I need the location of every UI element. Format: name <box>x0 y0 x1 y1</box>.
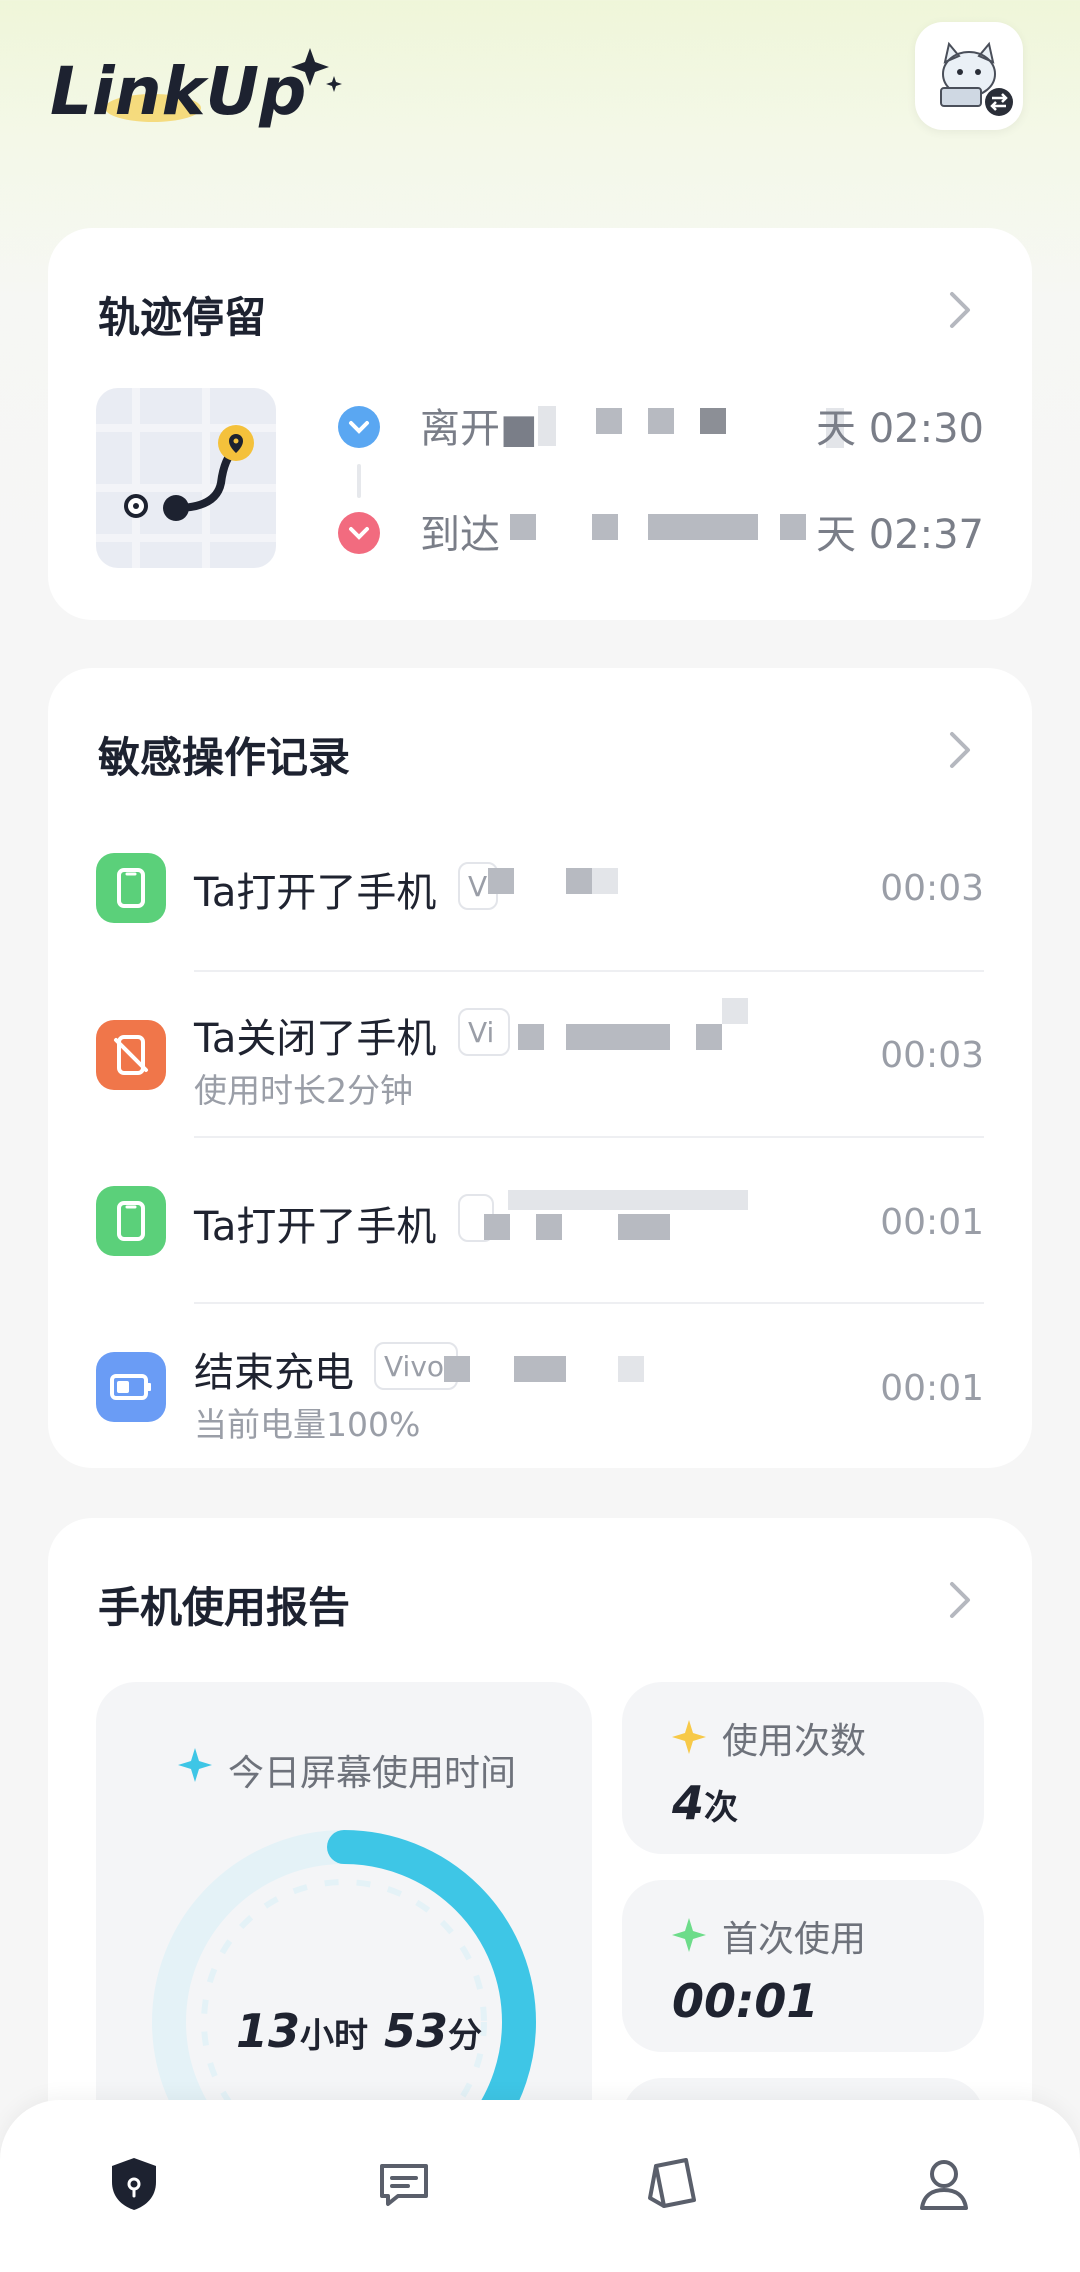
redaction <box>566 868 592 894</box>
svg-text:LinkUp: LinkUp <box>50 53 306 130</box>
cat-avatar-icon <box>940 41 1013 116</box>
sensitive-card-title: 敏感操作记录 <box>98 733 351 782</box>
linkup-logo: LinkUp <box>50 48 342 130</box>
sparkle-icon <box>178 1748 212 1782</box>
redaction <box>696 1024 722 1050</box>
shield-icon[interactable] <box>102 2152 166 2216</box>
row-time: 00:01 <box>880 1368 984 1409</box>
depart-time: 天 02:30 <box>816 406 984 452</box>
redaction <box>592 514 618 540</box>
star-icon <box>672 1918 706 1952</box>
redaction <box>618 1356 644 1382</box>
chevron-right-icon[interactable] <box>948 1580 972 1620</box>
report-card-title: 手机使用报告 <box>98 1583 351 1632</box>
row-time: 00:03 <box>880 868 984 909</box>
phone-icon <box>96 1186 166 1256</box>
track-card-title: 轨迹停留 <box>98 293 267 342</box>
first-use-label: 首次使用 <box>722 1919 867 1960</box>
usage-count-label: 使用次数 <box>722 1721 867 1762</box>
chevron-right-icon[interactable] <box>948 730 972 770</box>
message-icon[interactable] <box>372 2152 436 2216</box>
divider <box>194 1136 984 1138</box>
header: LinkUp <box>0 0 1080 200</box>
depart-text: 离开■ <box>420 406 538 452</box>
divider <box>194 970 984 972</box>
redaction <box>566 1024 670 1050</box>
redaction <box>536 1214 562 1240</box>
chevron-right-icon[interactable] <box>948 290 972 330</box>
row-time: 00:03 <box>880 1035 984 1076</box>
row-title: Ta关闭了手机 <box>194 1016 437 1062</box>
screen-time-value: 13小时 53分 <box>236 2004 483 2058</box>
redaction <box>484 1214 510 1240</box>
row-title: Ta打开了手机 <box>194 870 437 916</box>
track-card[interactable]: 轨迹停留 离开■ 天 02:30 到达 天 02:37 <box>48 228 1032 620</box>
star-icon <box>672 1720 706 1754</box>
redaction <box>508 1190 748 1210</box>
redaction <box>518 1024 544 1050</box>
usage-count-value: 4次 <box>672 1776 739 1830</box>
redaction <box>592 868 618 894</box>
first-use-panel[interactable]: 首次使用 00:01 <box>622 1880 984 2052</box>
depart-marker-icon <box>338 406 380 448</box>
redaction <box>444 1356 470 1382</box>
avatar[interactable] <box>915 22 1023 130</box>
redaction <box>514 1356 566 1382</box>
redaction <box>780 514 806 540</box>
first-use-value: 00:01 <box>672 1974 819 2028</box>
arrive-time: 天 02:37 <box>816 512 984 558</box>
row-subtitle: 当前电量100% <box>194 1405 421 1444</box>
redaction <box>488 868 514 894</box>
map-thumbnail[interactable] <box>96 388 276 568</box>
phone-off-icon <box>96 1020 166 1090</box>
profile-icon[interactable] <box>912 2152 976 2216</box>
redaction <box>700 408 726 434</box>
route-map-icon <box>96 388 276 568</box>
redaction <box>596 408 622 434</box>
device-tag: Vi <box>458 1008 510 1056</box>
row-title: 结束充电 <box>194 1350 354 1396</box>
usage-count-panel[interactable]: 使用次数 4次 <box>622 1682 984 1854</box>
battery-icon <box>96 1352 166 1422</box>
bottom-nav <box>0 2100 1080 2272</box>
screen-time-label: 今日屏幕使用时间 <box>228 1753 517 1794</box>
phone-icon <box>96 853 166 923</box>
redaction <box>722 998 748 1024</box>
row-time: 00:01 <box>880 1202 984 1243</box>
redaction <box>648 514 758 540</box>
row-title: Ta打开了手机 <box>194 1204 437 1250</box>
timeline-connector <box>357 464 361 498</box>
redaction <box>648 408 674 434</box>
row-subtitle: 使用时长2分钟 <box>194 1071 413 1110</box>
redaction <box>618 1214 670 1240</box>
redaction <box>538 406 556 446</box>
sensitive-ops-card[interactable]: 敏感操作记录 Ta打开了手机 V 00:03 Ta关闭了手机 Vi 使用时长2分… <box>48 668 1032 1468</box>
divider <box>194 1302 984 1304</box>
arrive-marker-icon <box>338 512 380 554</box>
arrive-text: 到达 <box>420 512 500 558</box>
notebook-icon[interactable] <box>642 2152 706 2216</box>
redaction <box>510 514 536 540</box>
